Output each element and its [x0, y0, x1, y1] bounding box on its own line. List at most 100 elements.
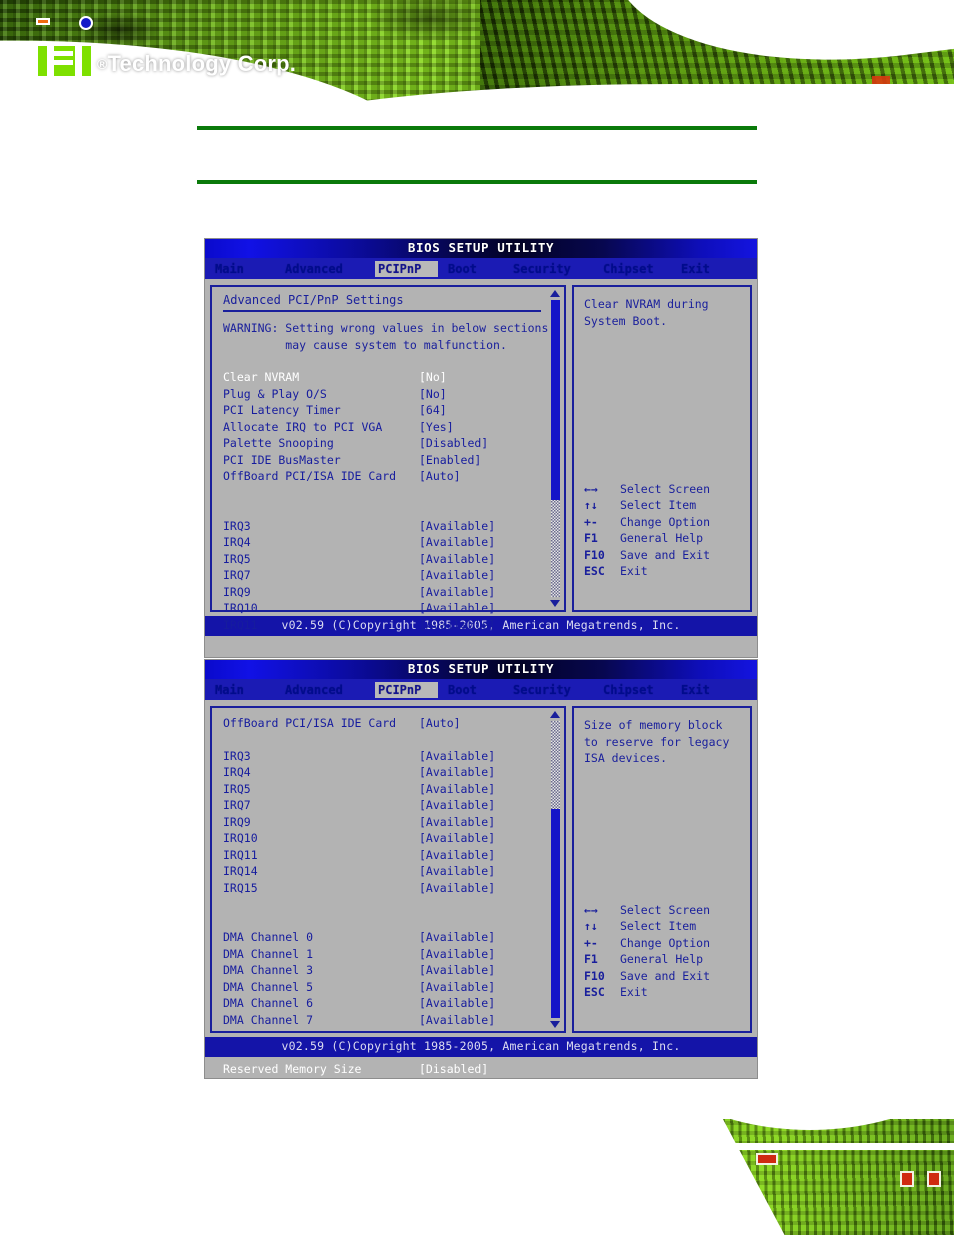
- setting-row-irq5[interactable]: IRQ5 [Available]: [223, 551, 545, 568]
- setting-row-plug-and-play-os[interactable]: Plug & Play O/S [No]: [223, 386, 545, 403]
- scroll-down-arrow-icon[interactable]: [550, 1021, 561, 1028]
- setting-label: IRQ4: [223, 765, 251, 779]
- tab-exit[interactable]: Exit: [681, 682, 710, 698]
- setting-row-irq15[interactable]: IRQ15 [Available]: [223, 880, 545, 897]
- setting-value[interactable]: [No]: [419, 371, 447, 384]
- tab-main[interactable]: Main: [215, 682, 285, 698]
- scroll-up-arrow-icon[interactable]: [550, 711, 561, 718]
- setting-row-irq11[interactable]: IRQ11 [Available]: [223, 617, 545, 634]
- setting-row-dma-channel-7[interactable]: DMA Channel 7 [Available]: [223, 1012, 545, 1029]
- setting-row-irq14[interactable]: IRQ14 [Available]: [223, 864, 545, 881]
- setting-value[interactable]: [Enabled]: [419, 454, 481, 467]
- key-description: Change Option: [619, 514, 710, 529]
- setting-row-irq9[interactable]: IRQ9 [Available]: [223, 814, 545, 831]
- tab-chipset[interactable]: Chipset: [603, 682, 681, 698]
- settings-scrollbar[interactable]: [550, 290, 561, 607]
- setting-row-irq7[interactable]: IRQ7 [Available]: [223, 798, 545, 815]
- setting-value[interactable]: [Auto]: [419, 470, 461, 483]
- setting-value[interactable]: [Disabled]: [419, 1063, 488, 1076]
- tab-exit[interactable]: Exit: [681, 261, 710, 277]
- setting-row-pci-latency-timer[interactable]: PCI Latency Timer [64]: [223, 403, 545, 420]
- tab-security[interactable]: Security: [513, 682, 603, 698]
- setting-value[interactable]: [Available]: [419, 750, 495, 763]
- tab-main[interactable]: Main: [215, 261, 285, 277]
- tab-security[interactable]: Security: [513, 261, 603, 277]
- setting-value[interactable]: [Available]: [419, 882, 495, 895]
- setting-value[interactable]: [Available]: [419, 981, 495, 994]
- setting-value[interactable]: [Available]: [419, 619, 495, 632]
- setting-value[interactable]: [Auto]: [419, 717, 461, 730]
- settings-scrollbar[interactable]: [550, 711, 561, 1028]
- setting-value[interactable]: [Available]: [419, 1014, 495, 1027]
- setting-value[interactable]: [Yes]: [419, 421, 454, 434]
- setting-value[interactable]: [Available]: [419, 586, 495, 599]
- setting-row-irq4[interactable]: IRQ4 [Available]: [223, 765, 545, 782]
- setting-value[interactable]: [Available]: [419, 832, 495, 845]
- setting-value[interactable]: [Available]: [419, 799, 495, 812]
- tab-advanced[interactable]: Advanced: [285, 261, 375, 277]
- setting-label: Allocate IRQ to PCI VGA: [223, 419, 383, 434]
- setting-value[interactable]: [Available]: [419, 520, 495, 533]
- setting-row-allocate-irq-to-pci-vga[interactable]: Allocate IRQ to PCI VGA [Yes]: [223, 419, 545, 436]
- setting-value[interactable]: [Available]: [419, 964, 495, 977]
- setting-value[interactable]: [Available]: [419, 553, 495, 566]
- setting-row-palette-snooping[interactable]: Palette Snooping [Disabled]: [223, 436, 545, 453]
- key-legend: ←→ Select Screen ↑↓ Select Item +- Chang…: [584, 481, 710, 580]
- logo-blue-dot: [79, 16, 93, 30]
- setting-row-irq10[interactable]: IRQ10 [Available]: [223, 831, 545, 848]
- scrollbar-thumb[interactable]: [550, 809, 560, 1018]
- setting-value[interactable]: [Available]: [419, 569, 495, 582]
- key-description: General Help: [619, 531, 704, 545]
- setting-label: Clear NVRAM: [223, 370, 300, 384]
- setting-value[interactable]: [Disabled]: [419, 437, 488, 450]
- settings-pane[interactable]: Advanced PCI/PnP Settings WARNING: Setti…: [210, 285, 566, 630]
- tab-boot[interactable]: Boot: [448, 261, 513, 277]
- scrollbar-thumb[interactable]: [550, 300, 560, 500]
- scroll-down-arrow-icon[interactable]: [550, 600, 561, 607]
- setting-value[interactable]: [Available]: [419, 997, 495, 1010]
- help-pane: Size of memory block to reserve for lega…: [571, 706, 752, 1033]
- setting-row-irq4[interactable]: IRQ4 [Available]: [223, 535, 545, 552]
- setting-row-irq5[interactable]: IRQ5 [Available]: [223, 781, 545, 798]
- setting-value[interactable]: [Available]: [419, 931, 495, 944]
- setting-row-dma-channel-3[interactable]: DMA Channel 3 [Available]: [223, 963, 545, 980]
- bios-menu-bar[interactable]: Main Advanced PCIPnP Boot Security Chips…: [205, 258, 757, 279]
- key-legend-row: ←→ Select Screen: [584, 902, 710, 919]
- setting-value[interactable]: [Available]: [419, 536, 495, 549]
- setting-row-offboard-pci-isa-ide-card[interactable]: OffBoard PCI/ISA IDE Card [Auto]: [223, 469, 545, 486]
- tab-boot[interactable]: Boot: [448, 682, 513, 698]
- setting-value[interactable]: [Available]: [419, 602, 495, 615]
- setting-row-dma-channel-1[interactable]: DMA Channel 1 [Available]: [223, 946, 545, 963]
- setting-row-offboard-pci-isa-ide-card[interactable]: OffBoard PCI/ISA IDE Card [Auto]: [223, 715, 545, 732]
- setting-value[interactable]: [Available]: [419, 783, 495, 796]
- tab-pcipnp[interactable]: PCIPnP: [375, 681, 438, 698]
- setting-row-dma-channel-0[interactable]: DMA Channel 0 [Available]: [223, 930, 545, 947]
- setting-row-irq7[interactable]: IRQ7 [Available]: [223, 568, 545, 585]
- setting-value[interactable]: [64]: [419, 404, 447, 417]
- tab-advanced[interactable]: Advanced: [285, 682, 375, 698]
- tab-pcipnp[interactable]: PCIPnP: [375, 260, 438, 277]
- setting-value[interactable]: [Available]: [419, 849, 495, 862]
- setting-value[interactable]: [Available]: [419, 766, 495, 779]
- tab-chipset[interactable]: Chipset: [603, 261, 681, 277]
- setting-row-irq10[interactable]: IRQ10 [Available]: [223, 601, 545, 618]
- scroll-up-arrow-icon[interactable]: [550, 290, 561, 297]
- key-f1: F1: [583, 531, 598, 545]
- setting-row-clear-nvram[interactable]: Clear NVRAM [No]: [223, 370, 545, 387]
- setting-row-pci-ide-busmaster[interactable]: PCI IDE BusMaster [Enabled]: [223, 452, 545, 469]
- setting-row-dma-channel-5[interactable]: DMA Channel 5 [Available]: [223, 979, 545, 996]
- setting-row-irq9[interactable]: IRQ9 [Available]: [223, 584, 545, 601]
- setting-row-reserved-memory-size[interactable]: Reserved Memory Size [Disabled]: [223, 1062, 545, 1079]
- setting-value[interactable]: [Available]: [419, 948, 495, 961]
- setting-row-irq11[interactable]: IRQ11 [Available]: [223, 847, 545, 864]
- setting-value[interactable]: [Available]: [419, 865, 495, 878]
- setting-row-dma-channel-6[interactable]: DMA Channel 6 [Available]: [223, 996, 545, 1013]
- setting-row-irq3[interactable]: IRQ3 [Available]: [223, 518, 545, 535]
- setting-row-irq3[interactable]: IRQ3 [Available]: [223, 748, 545, 765]
- setting-value[interactable]: [Available]: [419, 816, 495, 829]
- setting-value[interactable]: [No]: [419, 388, 447, 401]
- bios-menu-bar[interactable]: Main Advanced PCIPnP Boot Security Chips…: [205, 679, 757, 700]
- settings-pane[interactable]: OffBoard PCI/ISA IDE Card [Auto] IRQ3 [A…: [210, 706, 566, 1075]
